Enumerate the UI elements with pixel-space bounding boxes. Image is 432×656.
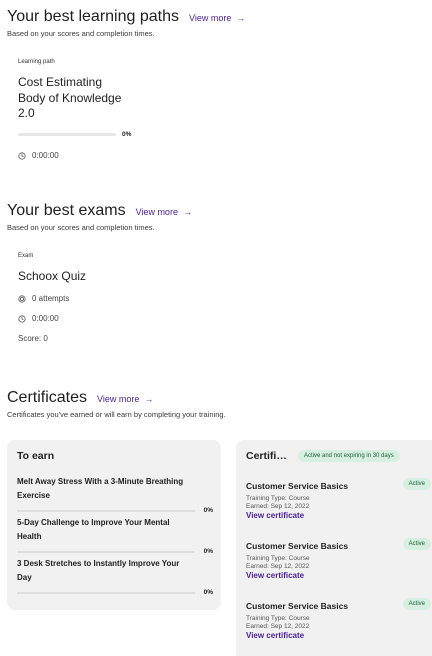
view-certificate-link[interactable]: View certificate <box>246 631 431 640</box>
status-badge: Active <box>402 538 431 550</box>
to-earn-progress-label: 0% <box>203 507 213 514</box>
certificates-view-more-link[interactable]: View more → <box>97 394 153 404</box>
certificates-subtitle: Certificates you've earned or will earn … <box>7 410 226 419</box>
exam-score: Score: 0 <box>18 334 48 343</box>
learning-paths-title: Your best learning paths <box>7 8 179 25</box>
learning-path-progress-bar <box>18 133 116 136</box>
to-earn-progress-bar <box>17 551 195 553</box>
learning-path-title-line-2: Body of Knowledge <box>18 91 122 105</box>
certificate-item: Customer Service Basics Active Training … <box>246 598 431 640</box>
to-earn-progress-label: 0% <box>203 589 213 596</box>
exam-kind: Exam <box>18 253 34 259</box>
exam-title: Schoox Quiz <box>18 269 87 283</box>
learning-paths-header: Your best learning paths View more → <box>7 8 245 26</box>
to-earn-item[interactable]: Melt Away Stress With a 3-Minute Breathi… <box>17 475 213 514</box>
certificate-type: Training Type: Course <box>246 615 310 622</box>
certificate-item: Customer Service Basics Active Training … <box>246 478 431 520</box>
to-earn-item-title-line-1: 3 Desk Stretches to Instantly Improve Yo… <box>17 559 180 568</box>
exam-time-value: 0:00:00 <box>32 314 59 323</box>
earned-certificates-title: Certifi… <box>246 450 287 462</box>
exams-subtitle: Based on your scores and completion time… <box>7 223 155 232</box>
certificates-header: Certificates View more → <box>7 389 153 407</box>
learning-path-time: 0:00:00 <box>18 151 59 160</box>
certificate-item: Customer Service Basics Active Training … <box>246 538 431 580</box>
learning-paths-view-more-link[interactable]: View more → <box>189 13 245 23</box>
view-certificate-link[interactable]: View certificate <box>246 571 431 580</box>
view-more-label: View more <box>97 394 140 404</box>
target-icon <box>18 294 26 303</box>
to-earn-item-title-line-1: 5-Day Challenge to Improve Your Mental <box>17 518 170 527</box>
certificate-earned-date: Earned: Sep 12, 2022 <box>246 623 310 630</box>
to-earn-title: To earn <box>17 450 55 462</box>
learning-path-time-value: 0:00:00 <box>32 151 59 160</box>
learning-path-kind: Learning path <box>18 59 55 65</box>
certificate-type: Training Type: Course <box>246 555 310 562</box>
to-earn-item[interactable]: 3 Desk Stretches to Instantly Improve Yo… <box>17 557 213 596</box>
to-earn-progress-bar <box>17 592 195 594</box>
view-more-label: View more <box>188 13 232 23</box>
arrow-right-icon: → <box>236 13 246 23</box>
exam-attempts-value: 0 attempts <box>32 294 70 303</box>
to-earn-progress-bar <box>17 510 195 512</box>
arrow-right-icon: → <box>182 207 192 217</box>
certificates-title: Certificates <box>7 389 88 406</box>
exam-attempts: 0 attempts <box>18 294 69 303</box>
exams-view-more-link[interactable]: View more → <box>136 207 192 217</box>
status-badge: Active <box>402 598 431 610</box>
exams-title: Your best exams <box>7 202 126 219</box>
arrow-right-icon: → <box>144 394 154 404</box>
to-earn-item-title-line-1: Melt Away Stress With a 3-Minute Breathi… <box>17 477 184 486</box>
certificate-type: Training Type: Course <box>246 495 310 502</box>
learning-paths-subtitle: Based on your scores and completion time… <box>7 29 155 38</box>
earned-certificates-card: Certifi… Active and not expiring in 30 d… <box>236 440 432 656</box>
exams-header: Your best exams View more → <box>7 202 192 220</box>
to-earn-item-title-line-2: Health <box>17 532 42 541</box>
to-earn-card: To earn Melt Away Stress With a 3-Minute… <box>7 440 221 610</box>
to-earn-item-title-line-2: Day <box>17 573 32 582</box>
view-certificate-link[interactable]: View certificate <box>246 511 431 520</box>
view-more-label: View more <box>135 207 178 217</box>
learning-path-title-line-1: Cost Estimating <box>18 75 103 89</box>
filter-badge[interactable]: Active and not expiring in 30 days <box>298 450 400 462</box>
status-badge: Active <box>402 478 431 490</box>
clock-icon <box>18 151 26 160</box>
learning-path-progress-label: 0% <box>122 131 132 138</box>
certificate-earned-date: Earned: Sep 12, 2022 <box>246 503 310 510</box>
to-earn-progress-label: 0% <box>203 548 213 555</box>
exam-time: 0:00:00 <box>18 314 59 323</box>
learning-path-title-line-3: 2.0 <box>18 106 35 120</box>
certificate-earned-date: Earned: Sep 12, 2022 <box>246 563 310 570</box>
to-earn-item[interactable]: 5-Day Challenge to Improve Your Mental H… <box>17 516 213 555</box>
to-earn-item-title-line-2: Exercise <box>17 491 50 500</box>
clock-icon <box>18 314 26 323</box>
